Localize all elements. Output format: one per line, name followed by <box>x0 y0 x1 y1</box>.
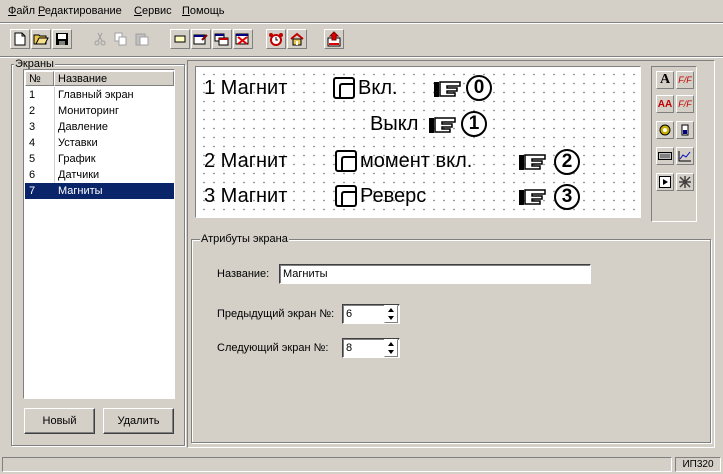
save-icon[interactable] <box>52 29 72 49</box>
button-tool-icon[interactable] <box>656 173 674 191</box>
checkbox-frame-icon[interactable] <box>333 77 355 99</box>
prev-screen-spin-buttons[interactable] <box>384 305 398 323</box>
next-screen-label: Следующий экран №: <box>217 342 329 354</box>
lamp-tool-icon[interactable] <box>656 121 674 139</box>
menu-file[interactable]: Файл <box>8 5 35 17</box>
list-item[interactable]: 6 Датчики <box>25 167 174 183</box>
row-name: Главный экран <box>58 89 134 101</box>
menu-service[interactable]: Сервис <box>134 5 172 17</box>
reverse-label[interactable]: Реверс <box>360 185 426 207</box>
key-3-badge[interactable]: 3 <box>554 184 580 210</box>
moment-on-label[interactable]: момент вкл. <box>360 150 472 172</box>
menu-edit[interactable]: Редактирование <box>38 5 122 17</box>
spin-up-icon[interactable] <box>388 308 394 312</box>
row-number: 4 <box>29 137 36 149</box>
status-device: ИП320 <box>675 457 721 472</box>
gauge-tool-icon[interactable] <box>676 121 694 139</box>
add-screen-icon[interactable] <box>170 29 190 49</box>
formula-tool-icon[interactable]: F/F <box>676 71 694 89</box>
row-number: 6 <box>29 169 36 181</box>
key-2-badge[interactable]: 2 <box>554 149 580 175</box>
attributes-group-title: Атрибуты экрана <box>200 233 289 245</box>
copy-screen-icon[interactable] <box>212 29 232 49</box>
list-item[interactable]: 4 Уставки <box>25 135 174 151</box>
row-name: Магниты <box>58 185 103 197</box>
spin-down-icon[interactable] <box>388 350 394 354</box>
switch-on-label[interactable]: Вкл. <box>358 77 398 99</box>
next-screen-value: 8 <box>346 342 353 354</box>
new-screen-button[interactable]: Новый <box>24 408 95 434</box>
magnet3-label[interactable]: 3 Магнит <box>204 185 287 207</box>
magnet2-label[interactable]: 2 Магнит <box>204 150 287 172</box>
row-name: Давление <box>58 121 109 133</box>
pointing-hand-icon <box>519 154 546 170</box>
screen-canvas[interactable]: 1 Магнит Вкл. 0 Выкл 1 2 Магнит момент в… <box>195 66 641 218</box>
status-panel-main <box>2 457 672 472</box>
tool-palette: A F/F AA F/F <box>651 66 697 222</box>
delete-screen-button[interactable]: Удалить <box>103 408 174 434</box>
export-icon[interactable] <box>324 29 344 49</box>
home-icon[interactable] <box>287 29 307 49</box>
alarm-clock-icon[interactable] <box>266 29 286 49</box>
checkbox-frame-icon[interactable] <box>335 150 357 172</box>
column-header-number[interactable]: № <box>25 71 54 86</box>
dynamic-text-tool-icon[interactable]: AA <box>656 95 674 113</box>
row-number: 7 <box>29 185 36 197</box>
row-name: График <box>58 153 96 165</box>
checkbox-frame-icon[interactable] <box>335 185 357 207</box>
numeric-field-tool-icon[interactable] <box>656 147 674 165</box>
status-bar: ИП320 <box>0 455 723 474</box>
list-item[interactable]: 1 Главный экран <box>25 87 174 103</box>
list-item[interactable]: 5 График <box>25 151 174 167</box>
list-item-selected[interactable]: 7 Магниты <box>25 183 174 199</box>
screens-list[interactable]: № Название 1 Главный экран 2 Мониторинг 3 Д… <box>23 69 175 399</box>
list-item[interactable]: 2 Мониторинг <box>25 103 174 119</box>
magnet1-label[interactable]: 1 Магнит <box>204 77 287 99</box>
new-doc-icon[interactable] <box>10 29 30 49</box>
paste-icon[interactable] <box>132 29 152 49</box>
menu-bar: Файл Редактирование Сервис Помощь <box>0 0 723 22</box>
pointing-hand-icon <box>429 117 456 133</box>
column-header-name[interactable]: Название <box>54 71 174 86</box>
row-name: Уставки <box>58 137 98 149</box>
prev-screen-label: Предыдущий экран №: <box>217 308 335 320</box>
next-screen-spin-buttons[interactable] <box>384 339 398 357</box>
list-item[interactable]: 3 Давление <box>25 119 174 135</box>
delete-screen-icon[interactable] <box>233 29 253 49</box>
row-number: 5 <box>29 153 36 165</box>
row-number: 3 <box>29 121 36 133</box>
spin-down-icon[interactable] <box>388 316 394 320</box>
bitmap-tool-icon[interactable] <box>676 173 694 191</box>
pointing-hand-icon <box>434 81 461 97</box>
row-number: 1 <box>29 89 36 101</box>
cut-icon[interactable] <box>90 29 110 49</box>
toolbar-divider-light <box>0 57 723 58</box>
open-folder-icon[interactable] <box>31 29 51 49</box>
chart-tool-icon[interactable] <box>676 147 694 165</box>
name-label: Название: <box>217 268 270 280</box>
column-header-name-label: Название <box>58 73 108 85</box>
screen-props-icon[interactable] <box>191 29 211 49</box>
key-1-badge[interactable]: 1 <box>461 111 487 137</box>
dynamic-formula-tool-icon[interactable]: F/F <box>676 95 694 113</box>
row-number: 2 <box>29 105 36 117</box>
prev-screen-value: 6 <box>346 308 353 320</box>
row-name: Датчики <box>58 169 100 181</box>
switch-off-label[interactable]: Выкл <box>370 113 418 135</box>
spin-up-icon[interactable] <box>388 342 394 346</box>
key-0-badge[interactable]: 0 <box>466 75 492 101</box>
row-name: Мониторинг <box>58 105 120 117</box>
copy-icon[interactable] <box>111 29 131 49</box>
text-tool-icon[interactable]: A <box>656 71 674 89</box>
menu-divider-light <box>0 23 723 24</box>
screen-name-field[interactable]: Магниты <box>279 264 591 284</box>
column-header-number-label: № <box>29 73 41 85</box>
pointing-hand-icon <box>519 189 546 205</box>
menu-help[interactable]: Помощь <box>182 5 225 17</box>
